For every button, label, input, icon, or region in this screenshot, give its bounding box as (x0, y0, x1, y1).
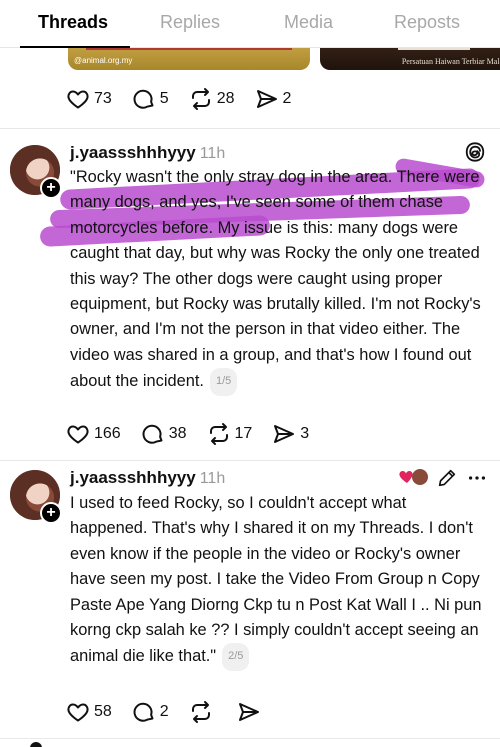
tab-threads[interactable]: Threads (38, 12, 108, 33)
share-count: 3 (300, 425, 310, 442)
send-icon (274, 425, 295, 443)
follow-plus-icon[interactable]: + (40, 502, 62, 524)
post-actions: 166 38 17 3 (66, 422, 329, 446)
divider (0, 738, 500, 739)
share-count: 2 (282, 90, 292, 107)
heart-icon (67, 425, 89, 444)
follow-plus-icon[interactable]: + (40, 177, 62, 199)
reply-count: 2 (159, 703, 169, 720)
like-count: 166 (94, 425, 121, 442)
post-time: 11h (199, 145, 226, 162)
reply-count: 38 (168, 425, 187, 442)
like-button[interactable]: 166 (66, 422, 121, 446)
edit-pencil-icon[interactable] (436, 467, 458, 489)
heart-icon (67, 90, 89, 109)
threads-logo-icon[interactable] (464, 141, 486, 163)
divider (0, 460, 500, 461)
username[interactable]: j.yaassshhhyyy (70, 468, 196, 487)
post-actions: 58 2 (66, 700, 285, 724)
media-right-caption: Persatuan Haiwan Terbiar Malaysia (401, 57, 500, 66)
repost-count: 28 (216, 90, 235, 107)
repost-count: 17 (234, 425, 253, 442)
repost-icon (209, 423, 228, 445)
previous-post-media: @animal.org.my Persatuan Haiwan Terbiar … (0, 48, 500, 72)
post-author[interactable]: j.yaassshhhyyy 11h (70, 468, 225, 488)
send-icon (256, 90, 277, 108)
reply-button[interactable]: 38 (141, 422, 187, 446)
comment-icon (133, 702, 154, 722)
like-button[interactable]: 58 (66, 700, 112, 724)
reply-button[interactable]: 2 (132, 700, 169, 724)
active-tab-indicator (20, 46, 130, 48)
thread-pager: 1/5 (209, 368, 238, 396)
reply-button[interactable]: 5 (132, 87, 169, 111)
top-post-actions: 73 5 28 2 (66, 87, 311, 111)
share-button[interactable]: 2 (255, 87, 292, 111)
media-image-left[interactable]: @animal.org.my (68, 48, 310, 70)
thread-pager: 2/5 (222, 643, 250, 671)
comment-icon (133, 89, 154, 109)
divider (0, 128, 500, 129)
like-button[interactable]: 73 (66, 87, 112, 111)
next-post-avatar[interactable] (30, 742, 42, 747)
media-left-caption: @animal.org.my (74, 56, 133, 65)
tab-media[interactable]: Media (284, 12, 333, 33)
profile-tabs: Threads Replies Media Reposts (0, 0, 500, 48)
like-count: 73 (94, 90, 112, 107)
tab-reposts[interactable]: Reposts (394, 12, 460, 33)
post-body: I used to feed Rocky, so I couldn't acce… (70, 491, 484, 671)
more-icon[interactable] (466, 467, 488, 489)
post-author[interactable]: j.yaassshhhyyy 11h (70, 143, 225, 163)
repost-button[interactable]: 17 (207, 422, 253, 446)
share-button[interactable] (237, 700, 265, 724)
repost-icon (191, 88, 210, 110)
repost-button[interactable]: 28 (189, 87, 235, 111)
post-text: I used to feed Rocky, so I couldn't acce… (70, 494, 482, 666)
liked-by-reaction[interactable] (398, 466, 432, 493)
share-button[interactable]: 3 (272, 422, 309, 446)
comment-icon (142, 424, 163, 444)
reply-count: 5 (159, 90, 169, 107)
repost-button[interactable] (189, 700, 217, 724)
media-image-right[interactable]: Persatuan Haiwan Terbiar Malaysia (320, 48, 500, 70)
post-text: "Rocky wasn't the only stray dog in the … (70, 168, 481, 391)
post-time: 11h (199, 470, 226, 487)
username[interactable]: j.yaassshhhyyy (70, 143, 196, 162)
like-count: 58 (94, 703, 112, 720)
post-body: "Rocky wasn't the only stray dog in the … (70, 165, 484, 396)
repost-icon (191, 701, 210, 723)
tab-replies[interactable]: Replies (160, 12, 220, 33)
heart-icon (67, 703, 89, 722)
send-icon (238, 703, 259, 721)
reaction-heart-icon (399, 467, 430, 487)
